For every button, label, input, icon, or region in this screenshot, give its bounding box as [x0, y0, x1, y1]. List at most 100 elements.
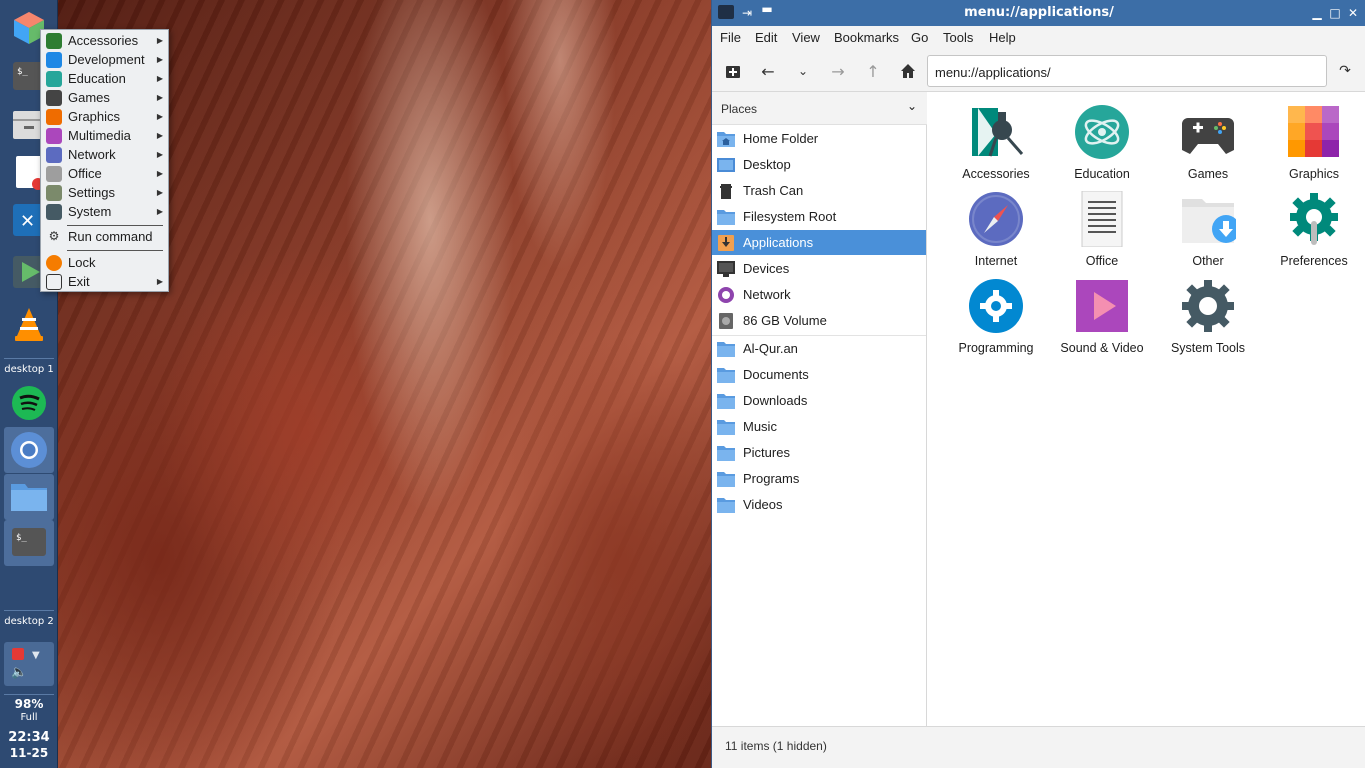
- bookmark-label: Downloads: [743, 393, 808, 408]
- bookmark-documents[interactable]: Documents: [712, 362, 926, 387]
- menu-item-development[interactable]: Development ▶: [42, 50, 168, 69]
- forward-button[interactable]: →: [827, 60, 849, 82]
- menu-item-label: Games: [68, 90, 110, 105]
- toolbar: ← ⌄ → ↑ menu://applications/ ↷: [712, 50, 1365, 92]
- menu-item-label: Network: [68, 147, 116, 162]
- home-icon: [901, 64, 915, 78]
- bookmark-downloads[interactable]: Downloads: [712, 388, 926, 413]
- file-manager-launcher-icon[interactable]: [9, 476, 49, 516]
- sidebar-item-trash-can[interactable]: Trash Can: [712, 178, 926, 203]
- monitor-icon: [717, 260, 735, 277]
- folder-icon: [717, 209, 735, 225]
- menu-item-games[interactable]: Games ▶: [42, 88, 168, 107]
- spotify-launcher-icon[interactable]: [9, 383, 49, 423]
- terminal-window-icon[interactable]: $_: [9, 522, 49, 562]
- menu-edit[interactable]: Edit: [755, 30, 777, 45]
- workspace-label-2[interactable]: desktop 2: [0, 616, 58, 627]
- volume-muted-icon[interactable]: 🔈: [11, 665, 27, 680]
- menu-file[interactable]: File: [720, 30, 741, 45]
- history-button[interactable]: ⌄: [792, 60, 814, 82]
- sidebar-header[interactable]: Places ⌄: [712, 92, 927, 125]
- sound-video-icon: [1074, 278, 1130, 334]
- menu-item-multimedia[interactable]: Multimedia ▶: [42, 126, 168, 145]
- dock-separator: [4, 694, 54, 695]
- folder-item-office[interactable]: Office: [1049, 181, 1155, 268]
- menu-item-graphics[interactable]: Graphics ▶: [42, 107, 168, 126]
- bookmark-al-qur-an[interactable]: Al-Qur.an: [712, 336, 926, 361]
- go-button[interactable]: ↷: [1334, 60, 1356, 82]
- menu-item-label: Settings: [68, 185, 115, 200]
- folder-item-internet[interactable]: Internet: [943, 181, 1049, 268]
- menu-item-label: Development: [68, 52, 145, 67]
- up-button[interactable]: ↑: [862, 60, 884, 82]
- folder-item-graphics[interactable]: Graphics: [1261, 94, 1365, 181]
- bookmark-label: Documents: [743, 367, 809, 382]
- folder-item-education[interactable]: Education: [1049, 94, 1155, 181]
- sidebar-item-network[interactable]: Network: [712, 282, 926, 307]
- folder-item-sound-video[interactable]: Sound & Video: [1049, 268, 1155, 355]
- exit-item[interactable]: Exit ▶: [42, 272, 168, 291]
- menu-help[interactable]: Help: [989, 30, 1016, 45]
- sidebar-item-label: Trash Can: [743, 183, 804, 198]
- folder-item-label: Education: [1074, 167, 1130, 181]
- folder-item-games[interactable]: Games: [1155, 94, 1261, 181]
- minimize-button[interactable]: ▁: [1308, 4, 1326, 22]
- workspace-label-1[interactable]: desktop 1: [0, 364, 58, 375]
- sidebar-item-devices[interactable]: Devices: [712, 256, 926, 281]
- bookmark-pictures[interactable]: Pictures: [712, 440, 926, 465]
- new-tab-button[interactable]: [722, 60, 744, 82]
- multimedia-category-icon: [46, 127, 62, 144]
- sidebar-item-label: Desktop: [743, 157, 791, 172]
- lock-label: Lock: [68, 255, 96, 270]
- tray-dropdown-icon[interactable]: ▼: [32, 650, 40, 661]
- sidebar-item-applications[interactable]: Applications: [712, 230, 926, 255]
- trash-icon: [717, 183, 735, 199]
- sidebar-item-86-gb-volume[interactable]: 86 GB Volume: [712, 308, 926, 333]
- menu-item-education[interactable]: Education ▶: [42, 69, 168, 88]
- sidebar-item-home-folder[interactable]: Home Folder: [712, 126, 926, 151]
- file-manager-window: ⇥ ▬ menu://applications/ ▁ □ ✕ File Edit V…: [711, 0, 1365, 768]
- menu-item-network[interactable]: Network ▶: [42, 145, 168, 164]
- battery-percent[interactable]: 98%: [0, 697, 58, 711]
- menu-item-office[interactable]: Office ▶: [42, 164, 168, 183]
- education-category-icon: [46, 70, 62, 87]
- back-button[interactable]: ←: [757, 60, 779, 82]
- folder-item-other[interactable]: Other: [1155, 181, 1261, 268]
- system-tools-icon: [1180, 278, 1236, 334]
- folder-icon: [717, 445, 735, 461]
- folder-item-preferences[interactable]: Preferences: [1261, 181, 1365, 268]
- bookmark-programs[interactable]: Programs: [712, 466, 926, 491]
- bookmark-music[interactable]: Music: [712, 414, 926, 439]
- menu-go[interactable]: Go: [911, 30, 928, 45]
- folder-item-system-tools[interactable]: System Tools: [1155, 268, 1261, 355]
- network-disconnected-icon[interactable]: [12, 648, 24, 660]
- menu-view[interactable]: View: [792, 30, 820, 45]
- chromium-launcher-icon[interactable]: [9, 430, 49, 470]
- menu-item-system[interactable]: System ▶: [42, 202, 168, 221]
- home-button[interactable]: [897, 60, 919, 82]
- close-button[interactable]: ✕: [1344, 4, 1362, 22]
- svg-text:$_: $_: [17, 67, 28, 77]
- vlc-launcher-icon[interactable]: [9, 304, 49, 344]
- run-command-label: Run command: [68, 229, 153, 244]
- maximize-button[interactable]: □: [1326, 4, 1344, 22]
- run-command-item[interactable]: ⚙ Run command: [42, 227, 168, 246]
- lock-item[interactable]: Lock: [42, 253, 168, 272]
- menu-item-accessories[interactable]: Accessories ▶: [42, 31, 168, 50]
- bookmark-videos[interactable]: Videos: [712, 492, 926, 517]
- chevron-down-icon: ⌄: [797, 64, 809, 78]
- menu-bookmarks[interactable]: Bookmarks: [834, 30, 899, 45]
- menu-item-label: Office: [68, 166, 102, 181]
- location-bar[interactable]: menu://applications/: [927, 55, 1327, 87]
- clock-time[interactable]: 22:34: [0, 730, 58, 745]
- places-sidebar: Places ⌄ Home Folder Desktop Trash Can File…: [712, 92, 927, 726]
- sidebar-item-filesystem-root[interactable]: Filesystem Root: [712, 204, 926, 229]
- menu-item-settings[interactable]: Settings ▶: [42, 183, 168, 202]
- exit-icon: [46, 273, 62, 290]
- menu-tools[interactable]: Tools: [943, 30, 973, 45]
- title-bar[interactable]: ⇥ ▬ menu://applications/ ▁ □ ✕: [712, 0, 1365, 26]
- folder-item-programming[interactable]: Programming: [943, 268, 1049, 355]
- submenu-arrow-icon: ▶: [156, 188, 163, 197]
- sidebar-item-desktop[interactable]: Desktop: [712, 152, 926, 177]
- folder-item-accessories[interactable]: Accessories: [943, 94, 1049, 181]
